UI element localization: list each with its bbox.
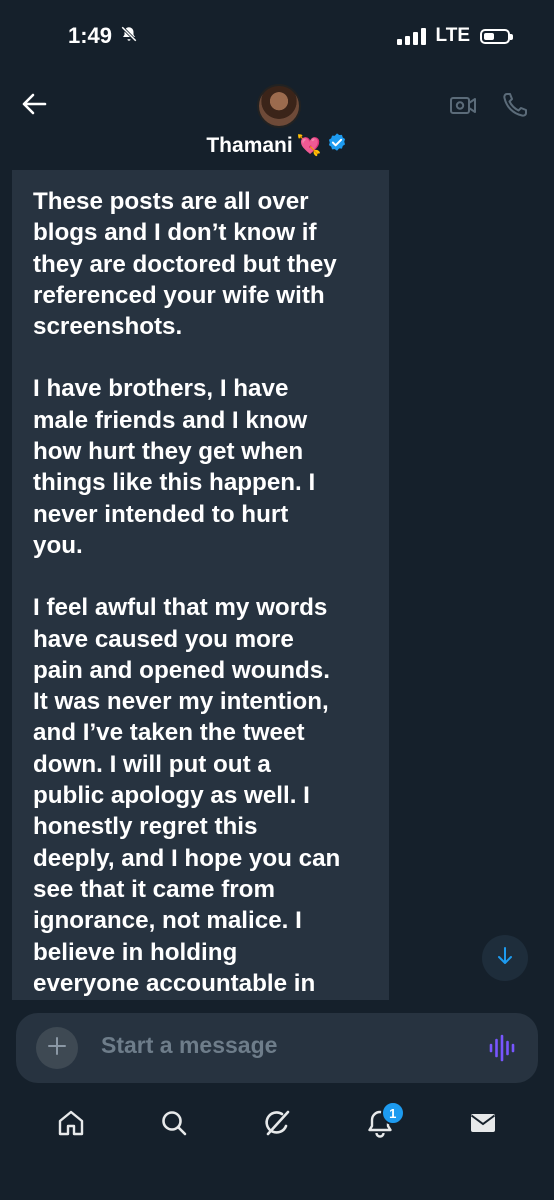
search-icon xyxy=(159,1108,189,1143)
network-label: LTE xyxy=(435,25,470,46)
back-button[interactable] xyxy=(18,90,50,122)
conversation-header: Thamani 💘 xyxy=(0,72,554,172)
message-paragraph: These posts are all over blogs and I don… xyxy=(33,188,337,341)
bell-slash-icon xyxy=(120,23,138,49)
received-message-bubble[interactable]: These posts are all over blogs and I don… xyxy=(12,170,389,1000)
status-bar: 1:49 LTE xyxy=(0,0,554,72)
contact-name: Thamani xyxy=(206,133,293,157)
signal-icon xyxy=(396,27,426,45)
avatar[interactable] xyxy=(257,84,301,128)
status-time: 1:49 xyxy=(68,23,113,48)
home-icon xyxy=(56,1108,86,1143)
heart-emoji: 💘 xyxy=(296,135,322,157)
back-arrow-icon xyxy=(21,93,47,120)
message-paragraph: I have brothers, I have male friends and… xyxy=(33,375,316,559)
voice-message-icon[interactable] xyxy=(488,1033,516,1063)
nav-messages[interactable] xyxy=(458,1100,508,1150)
messages-icon xyxy=(468,1108,498,1143)
notification-count-badge: 1 xyxy=(380,1101,405,1125)
message-composer: Start a message xyxy=(16,1013,538,1083)
nav-home[interactable] xyxy=(46,1100,96,1150)
arrow-down-icon xyxy=(496,946,514,971)
video-call-icon[interactable] xyxy=(448,90,478,120)
grok-icon xyxy=(262,1108,292,1143)
scroll-to-bottom-button[interactable] xyxy=(482,935,528,981)
message-paragraph: I feel awful that my words have caused y… xyxy=(33,594,341,997)
battery-icon xyxy=(480,28,513,44)
bottom-navigation: 1 xyxy=(0,1090,554,1200)
nav-grok[interactable] xyxy=(252,1100,302,1150)
nav-search[interactable] xyxy=(149,1100,199,1150)
add-media-button[interactable] xyxy=(36,1027,78,1069)
verified-badge-icon xyxy=(326,132,348,159)
message-input[interactable]: Start a message xyxy=(101,1032,277,1059)
plus-icon xyxy=(47,1036,67,1061)
nav-notifications[interactable]: 1 xyxy=(355,1100,405,1150)
phone-icon[interactable] xyxy=(500,90,530,120)
contact-name-row[interactable]: Thamani 💘 xyxy=(0,132,554,159)
